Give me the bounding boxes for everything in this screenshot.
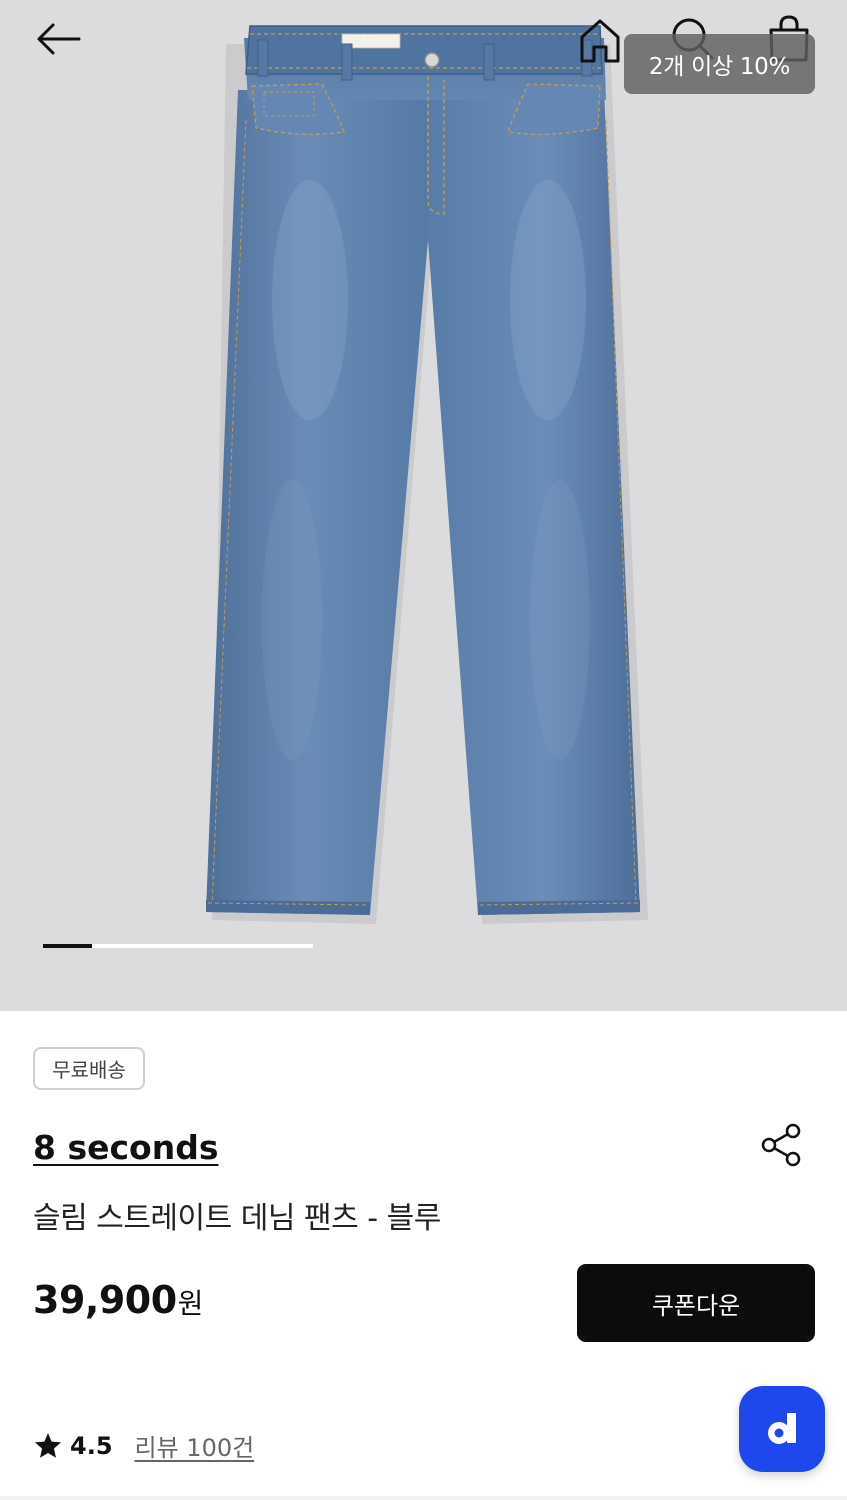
back-button[interactable]: [28, 14, 88, 64]
image-pager-active: [43, 944, 92, 948]
promo-tooltip: 2개 이상 10%: [624, 34, 815, 94]
floating-d-button[interactable]: [739, 1386, 825, 1472]
share-icon: [761, 1123, 801, 1167]
product-image-gallery[interactable]: 2개 이상 10%: [0, 0, 847, 1011]
rating-value: 4.5: [70, 1431, 113, 1460]
product-name: 슬림 스트레이트 데님 팬츠 - 블루: [33, 1201, 441, 1236]
price-amount: 39,900: [33, 1278, 177, 1322]
bottom-divider: [0, 1496, 847, 1500]
free-shipping-badge: 무료배송: [33, 1047, 145, 1090]
share-button[interactable]: [756, 1120, 806, 1170]
star-icon: [35, 1433, 61, 1458]
price-unit: 원: [177, 1287, 204, 1320]
review-link[interactable]: 리뷰 100건: [135, 1428, 255, 1463]
d-logo-icon: [768, 1413, 796, 1444]
rating: 4.5 리뷰 100건: [34, 1428, 254, 1463]
image-pager: [43, 944, 313, 948]
home-icon: [580, 19, 620, 63]
home-button[interactable]: [572, 12, 628, 68]
arrow-left-icon: [37, 23, 81, 55]
coupon-download-button[interactable]: 쿠폰다운: [577, 1264, 815, 1342]
product-image: [206, 25, 648, 924]
brand-link[interactable]: 8 seconds: [33, 1128, 218, 1167]
price: 39,900 원: [33, 1278, 203, 1322]
